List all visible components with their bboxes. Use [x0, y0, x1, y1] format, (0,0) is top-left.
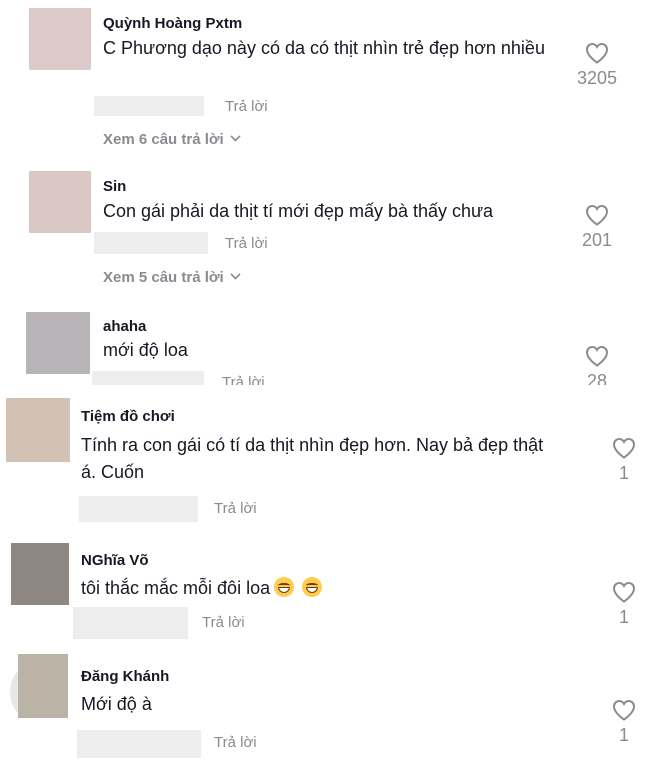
comment-text: Con gái phải da thịt tí mới đẹp mấy bà t… [103, 201, 494, 221]
comment-item: ahaha mới độ loa Trả lời 28 [0, 300, 660, 385]
grinning-face-emoji [302, 577, 323, 597]
comment-username[interactable]: Đăng Khánh [81, 668, 169, 686]
comment-username[interactable]: Tiệm đồ chơi [81, 408, 175, 426]
heart-outline-icon [612, 699, 636, 721]
avatar[interactable] [26, 312, 90, 374]
comment-text: C Phương dạo này có da có thịt nhìn trẻ … [103, 38, 545, 58]
comment-date-placeholder [77, 730, 201, 758]
like-button[interactable]: 3205 [567, 42, 627, 88]
reply-button[interactable]: Trả lời [225, 98, 268, 115]
comment-text-content: tôi thắc mắc mỗi đôi loa [81, 578, 271, 598]
comment-username[interactable]: ahaha [103, 318, 146, 336]
reply-button[interactable]: Trả lời [214, 500, 257, 517]
comment-username[interactable]: Sin [103, 178, 126, 196]
avatar[interactable] [6, 398, 70, 462]
comment-date-placeholder [92, 371, 204, 385]
comment-text: Mới độ à [81, 694, 152, 714]
comment-date-placeholder [79, 496, 198, 522]
chevron-down-icon [230, 135, 241, 142]
comment-date-placeholder [73, 607, 188, 639]
like-count: 201 [581, 230, 613, 250]
like-count: 1 [618, 463, 629, 483]
like-button[interactable]: 1 [594, 699, 654, 745]
chevron-down-icon [230, 273, 241, 280]
reply-button[interactable]: Trả lời [222, 374, 265, 385]
reply-button[interactable]: Trả lời [214, 734, 257, 751]
avatar[interactable] [29, 171, 91, 233]
like-count: 28 [586, 371, 608, 385]
comment-date-placeholder [94, 96, 204, 116]
heart-outline-icon [585, 345, 609, 367]
like-button[interactable]: 28 [567, 345, 627, 385]
like-count: 3205 [576, 68, 618, 88]
like-button[interactable]: 1 [594, 581, 654, 627]
heart-outline-icon [585, 42, 609, 64]
avatar[interactable] [29, 8, 91, 70]
like-button[interactable]: 201 [567, 204, 627, 250]
like-count: 1 [618, 725, 629, 745]
view-replies-button[interactable]: Xem 5 câu trả lời [103, 269, 241, 286]
comment-text: Tính ra con gái có tí da thịt nhìn đẹp h… [81, 435, 544, 482]
view-replies-label: Xem 6 câu trả lời [103, 131, 224, 148]
like-count: 1 [618, 607, 629, 627]
view-replies-button[interactable]: Xem 6 câu trả lời [103, 131, 241, 148]
grinning-face-emoji [274, 577, 295, 597]
comment-date-placeholder [94, 232, 208, 254]
like-button[interactable]: 1 [594, 437, 654, 483]
heart-outline-icon [612, 437, 636, 459]
comment-username[interactable]: NGhĩa Võ [81, 552, 149, 570]
comment-username[interactable]: Quỳnh Hoàng Pxtm [103, 15, 242, 33]
view-replies-label: Xem 5 câu trả lời [103, 269, 224, 286]
reply-button[interactable]: Trả lời [202, 614, 245, 631]
comment-text: tôi thắc mắc mỗi đôi loa [81, 575, 561, 602]
avatar[interactable] [11, 543, 69, 605]
heart-outline-icon [585, 204, 609, 226]
heart-outline-icon [612, 581, 636, 603]
avatar[interactable] [18, 654, 68, 718]
reply-button[interactable]: Trả lời [225, 235, 268, 252]
comment-text: mới độ loa [103, 340, 188, 360]
